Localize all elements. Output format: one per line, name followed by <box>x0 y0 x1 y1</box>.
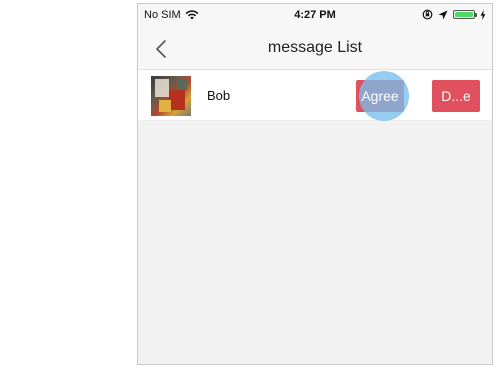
battery-level <box>455 12 473 17</box>
decline-button[interactable]: D...e <box>432 80 480 112</box>
page-title: message List <box>267 39 363 56</box>
phone-frame: No SIM 4:27 PM message List Bob Agree D.… <box>137 3 493 365</box>
location-icon <box>438 10 448 19</box>
status-bar: No SIM 4:27 PM <box>138 4 492 28</box>
status-right <box>422 9 486 20</box>
charging-icon <box>480 9 486 20</box>
avatar <box>151 76 191 116</box>
battery-icon <box>453 10 477 19</box>
lock-rotation-icon <box>422 9 433 20</box>
message-list: Bob Agree D...e <box>138 70 492 121</box>
agree-button[interactable] <box>356 80 404 112</box>
message-list-item: Bob Agree D...e <box>138 70 492 121</box>
contact-name: Bob <box>207 88 231 103</box>
screen: No SIM 4:27 PM message List Bob Agree D.… <box>0 0 501 370</box>
navigation-bar: message List <box>138 28 492 70</box>
